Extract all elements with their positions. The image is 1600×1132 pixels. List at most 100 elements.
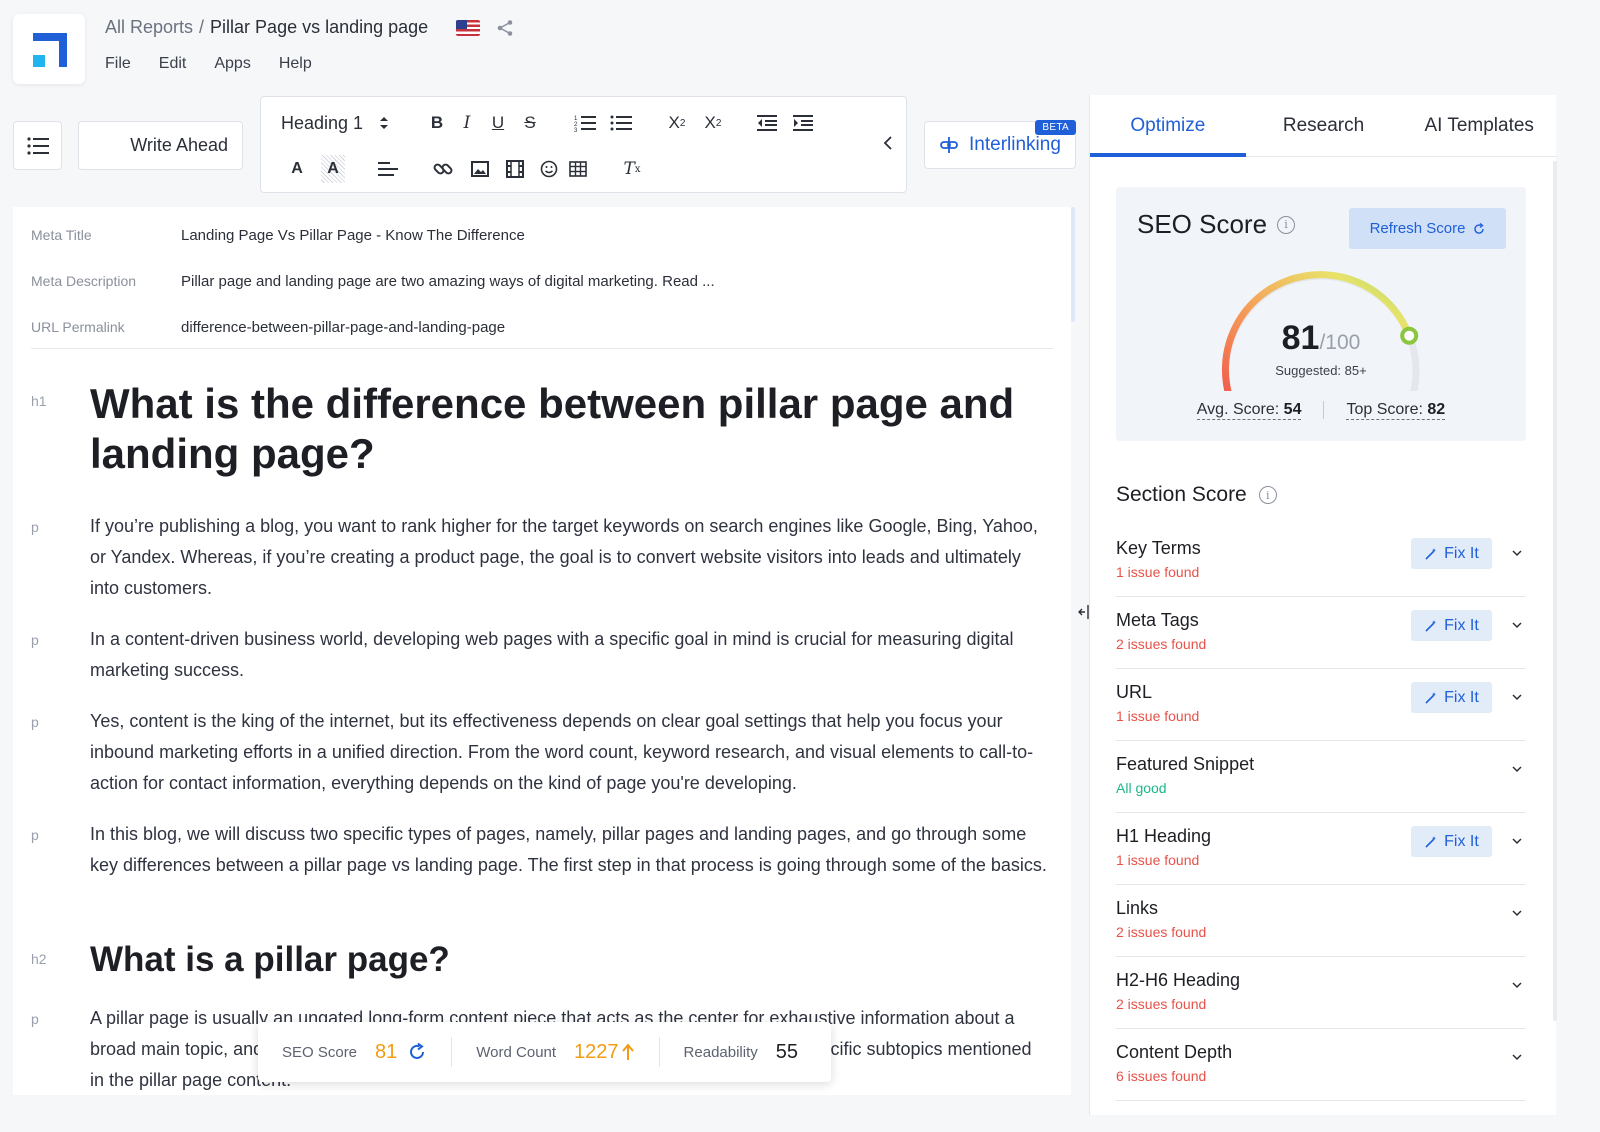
interlinking-button[interactable]: Interlinking BETA [924, 120, 1076, 169]
breadcrumb: All Reports / Pillar Page vs landing pag… [105, 17, 514, 38]
menu-edit[interactable]: Edit [159, 55, 187, 73]
indent-icon[interactable] [791, 109, 815, 137]
bullet-list-icon[interactable] [609, 109, 633, 137]
font-color-icon[interactable]: A [287, 155, 307, 183]
seo-score-heading: SEO Score i [1137, 209, 1296, 240]
table-icon[interactable] [567, 155, 589, 183]
avg-score[interactable]: Avg. Score: 54 [1196, 401, 1302, 420]
section-item[interactable]: Featured Snippet All good [1116, 741, 1526, 813]
document-title[interactable]: Pillar Page vs landing page [210, 17, 428, 38]
url-permalink-value[interactable]: difference-between-pillar-page-and-landi… [181, 319, 505, 336]
stat-word-count-label: Word Count [476, 1043, 557, 1061]
underline-icon[interactable]: U [488, 109, 508, 137]
align-left-icon[interactable] [377, 155, 399, 183]
superscript-icon[interactable]: X2 [701, 109, 725, 137]
chevron-down-icon[interactable] [1510, 906, 1524, 920]
breadcrumb-separator: / [199, 17, 205, 37]
magic-wand-icon [1425, 619, 1437, 632]
section-item[interactable]: H2-H6 Heading 2 issues found [1116, 957, 1526, 1029]
section-item[interactable]: H1 Heading 1 issue found Fix It [1116, 813, 1526, 885]
editor-scrollbar[interactable] [1071, 207, 1075, 322]
article-h2[interactable]: What is a pillar page? [90, 940, 450, 980]
share-icon[interactable] [496, 19, 514, 37]
fix-it-button[interactable]: Fix It [1411, 538, 1492, 569]
meta-description-row[interactable]: Meta Description Pillar page and landing… [31, 273, 715, 290]
highlight-icon[interactable]: A [321, 155, 345, 183]
fix-it-button[interactable]: Fix It [1411, 682, 1492, 713]
link-icon[interactable] [432, 155, 454, 183]
logo-accent [33, 55, 45, 67]
info-icon[interactable]: i [1258, 486, 1277, 504]
outline-toggle-button[interactable] [13, 121, 62, 170]
italic-icon[interactable]: I [457, 109, 477, 137]
chevron-down-icon[interactable] [1510, 1050, 1524, 1064]
tab-optimize[interactable]: Optimize [1090, 95, 1246, 157]
score-benchmarks: Avg. Score: 54 Top Score: 82 [1116, 401, 1526, 420]
video-icon[interactable] [504, 155, 526, 183]
bold-icon[interactable]: B [427, 109, 447, 137]
info-icon[interactable]: i [1277, 215, 1296, 234]
updown-icon [380, 117, 389, 129]
editor-area[interactable]: Meta Title Landing Page Vs Pillar Page -… [13, 207, 1071, 1095]
fix-it-label: Fix It [1444, 832, 1479, 850]
stat-readability: Readability 55 [658, 1037, 822, 1067]
section-item[interactable]: Content Depth 6 issues found [1116, 1029, 1526, 1101]
menu-file[interactable]: File [105, 55, 131, 73]
seo-score-card: SEO Score i Refresh Score 81/100 Suggest… [1116, 187, 1526, 441]
us-flag-icon[interactable] [456, 19, 481, 36]
section-item[interactable]: Key Terms 1 issue found Fix It [1116, 525, 1526, 597]
top-score[interactable]: Top Score: 82 [1346, 401, 1446, 420]
meta-title-label: Meta Title [31, 227, 92, 243]
section-name: Featured Snippet [1116, 754, 1255, 774]
meta-title-row[interactable]: Meta Title Landing Page Vs Pillar Page -… [31, 227, 525, 244]
app-logo[interactable] [13, 14, 85, 84]
interlink-icon [940, 137, 958, 153]
heading-select[interactable]: Heading 1 [281, 109, 391, 137]
url-permalink-label: URL Permalink [31, 319, 125, 335]
section-item[interactable]: Meta Tags 2 issues found Fix It [1116, 597, 1526, 669]
ordered-list-icon[interactable]: 123 [573, 109, 597, 137]
chevron-down-icon[interactable] [1510, 690, 1524, 704]
chevron-down-icon[interactable] [1510, 618, 1524, 632]
section-item[interactable]: Links 2 issues found [1116, 885, 1526, 957]
block-tag-h1: h1 [31, 393, 47, 409]
outdent-icon[interactable] [755, 109, 779, 137]
chevron-down-icon[interactable] [1510, 978, 1524, 992]
paragraph-1[interactable]: If you’re publishing a blog, you want to… [90, 511, 1050, 604]
chevron-down-icon[interactable] [1510, 546, 1524, 560]
refresh-score-button[interactable]: Refresh Score [1349, 208, 1506, 249]
panel-scrollbar[interactable] [1553, 161, 1557, 1021]
section-item[interactable]: URL 1 issue found Fix It [1116, 669, 1526, 741]
write-ahead-button[interactable]: Write Ahead [78, 121, 243, 170]
refresh-icon[interactable] [407, 1042, 427, 1062]
meta-description-value[interactable]: Pillar page and landing page are two ama… [181, 273, 715, 290]
url-permalink-row[interactable]: URL Permalink difference-between-pillar-… [31, 319, 505, 336]
section-name: Links [1116, 898, 1159, 918]
stat-seo-label: SEO Score [282, 1043, 358, 1061]
image-icon[interactable] [469, 155, 491, 183]
chevron-down-icon[interactable] [1510, 834, 1524, 848]
interlinking-label: Interlinking [969, 134, 1061, 155]
menu-bar: File Edit Apps Help [105, 55, 312, 73]
subscript-icon[interactable]: X2 [665, 109, 689, 137]
strikethrough-icon[interactable]: S [519, 109, 541, 137]
chevron-down-icon[interactable] [1510, 762, 1524, 776]
stat-readability-value: 55 [775, 1040, 799, 1063]
article-h1[interactable]: What is the difference between pillar pa… [90, 379, 1050, 479]
menu-help[interactable]: Help [279, 55, 312, 73]
clear-format-icon[interactable]: Tx [621, 155, 643, 183]
fix-it-button[interactable]: Fix It [1411, 610, 1492, 641]
section-score-title: Section Score [1116, 483, 1247, 506]
paragraph-4[interactable]: In this blog, we will discuss two specif… [90, 819, 1050, 881]
paragraph-3[interactable]: Yes, content is the king of the internet… [90, 706, 1050, 799]
breadcrumb-root[interactable]: All Reports [105, 17, 193, 38]
fix-it-button[interactable]: Fix It [1411, 826, 1492, 857]
tab-research[interactable]: Research [1246, 95, 1402, 156]
emoji-icon[interactable] [538, 155, 560, 183]
collapse-toolbar-icon[interactable] [880, 133, 896, 153]
paragraph-2[interactable]: In a content-driven business world, deve… [90, 624, 1050, 686]
menu-apps[interactable]: Apps [214, 55, 250, 73]
magic-wand-icon [1425, 835, 1437, 848]
tab-ai-templates[interactable]: AI Templates [1401, 95, 1557, 156]
meta-title-value[interactable]: Landing Page Vs Pillar Page - Know The D… [181, 227, 525, 244]
